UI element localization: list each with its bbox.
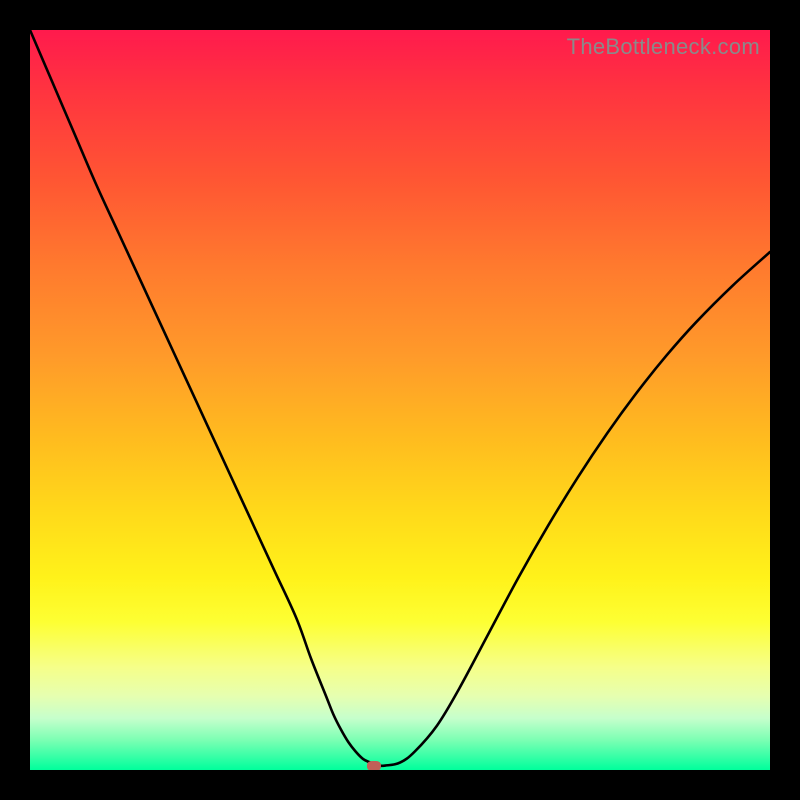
watermark-text: TheBottleneck.com	[567, 34, 760, 60]
optimal-point-marker	[367, 761, 381, 770]
plot-area: TheBottleneck.com	[30, 30, 770, 770]
bottleneck-curve	[30, 30, 770, 770]
chart-frame: TheBottleneck.com	[0, 0, 800, 800]
